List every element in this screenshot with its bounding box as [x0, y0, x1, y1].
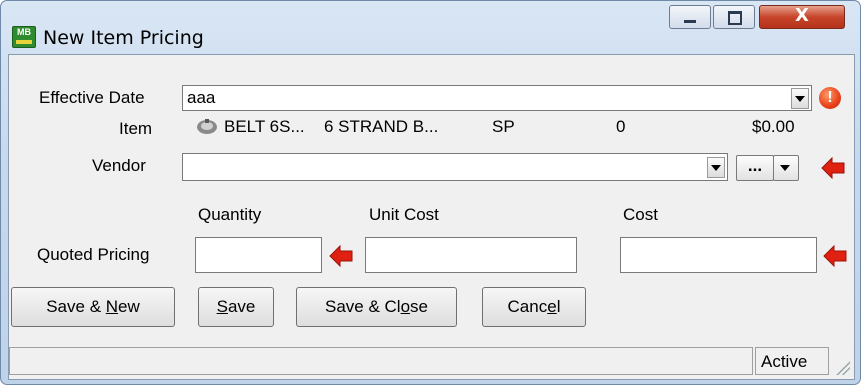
app-icon-text: MB	[17, 27, 31, 37]
save-button[interactable]: Save	[198, 287, 274, 327]
vendor-combo[interactable]	[182, 153, 728, 181]
item-code: BELT 6S...	[224, 117, 305, 136]
close-button[interactable]: X	[759, 5, 845, 29]
vendor-browse-label: ...	[747, 156, 763, 175]
error-exclamation-icon: !	[819, 87, 841, 109]
cancel-accesskey: e	[547, 297, 557, 316]
vendor-required-arrow-icon	[821, 157, 845, 179]
cancel-label-post: l	[556, 297, 561, 316]
gear-belt-icon	[197, 119, 217, 134]
effective-date-value: aaa	[187, 88, 216, 107]
item-description: 6 STRAND B...	[324, 117, 439, 136]
cost-header: Cost	[623, 205, 658, 224]
cost-required-arrow-icon	[823, 245, 847, 267]
save-and-close-button[interactable]: Save & Close	[296, 287, 457, 327]
effective-date-combo[interactable]: aaa	[182, 85, 812, 111]
status-bar-state-cell: Active	[755, 347, 829, 375]
cost-input[interactable]	[620, 237, 817, 273]
save-and-close-label-post: se	[410, 297, 429, 316]
app-icon: MB	[12, 26, 36, 48]
quoted-pricing-label: Quoted Pricing	[37, 245, 150, 264]
save-and-new-label-pre: Save &	[46, 297, 106, 316]
cancel-button[interactable]: Cancel	[482, 287, 586, 327]
quantity-required-arrow-icon	[329, 245, 353, 267]
minimize-button[interactable]	[669, 5, 711, 29]
save-label-post: ave	[227, 297, 256, 316]
status-bar-main-cell	[9, 347, 753, 375]
save-and-close-label-pre: Save & Cl	[324, 297, 401, 316]
cancel-label-pre: Canc	[507, 297, 548, 316]
effective-date-label: Effective Date	[39, 88, 145, 107]
resize-grip-icon[interactable]	[836, 361, 850, 375]
save-and-new-accesskey: N	[105, 297, 119, 316]
new-item-pricing-window: MB New Item Pricing X Effective Date aaa…	[0, 0, 861, 385]
vendor-browse-button[interactable]: ...	[736, 155, 774, 181]
status-bar: Active	[9, 345, 854, 379]
unit-cost-header: Unit Cost	[369, 205, 439, 224]
vendor-dropdown-icon[interactable]	[707, 157, 725, 178]
status-text: Active	[761, 352, 808, 371]
unit-cost-input[interactable]	[365, 237, 577, 273]
save-and-new-button[interactable]: Save & New	[11, 287, 175, 327]
minimize-icon	[670, 6, 710, 28]
quantity-header: Quantity	[198, 205, 262, 224]
maximize-icon	[714, 6, 754, 28]
save-and-new-label-post: ew	[118, 297, 140, 316]
maximize-button[interactable]	[713, 5, 755, 29]
item-price: $0.00	[752, 117, 795, 136]
form-panel: Effective Date aaa ! Item BELT 6S... 6 S…	[8, 54, 855, 380]
item-unit: SP	[492, 117, 515, 136]
quantity-input[interactable]	[195, 237, 322, 273]
vendor-label: Vendor	[92, 156, 146, 175]
save-accesskey: S	[216, 297, 228, 316]
item-display: BELT 6S... 6 STRAND B... SP 0 $0.00	[192, 115, 812, 139]
window-title: New Item Pricing	[43, 27, 204, 49]
vendor-menu-button[interactable]	[773, 155, 799, 181]
effective-date-dropdown-icon[interactable]	[791, 88, 809, 109]
title-bar[interactable]: MB New Item Pricing X	[1, 1, 860, 53]
close-icon: X	[795, 5, 809, 26]
vendor-menu-dropdown-icon	[777, 158, 795, 179]
item-label: Item	[119, 119, 153, 138]
item-quantity: 0	[616, 117, 626, 136]
save-and-close-accesskey: o	[400, 297, 411, 316]
